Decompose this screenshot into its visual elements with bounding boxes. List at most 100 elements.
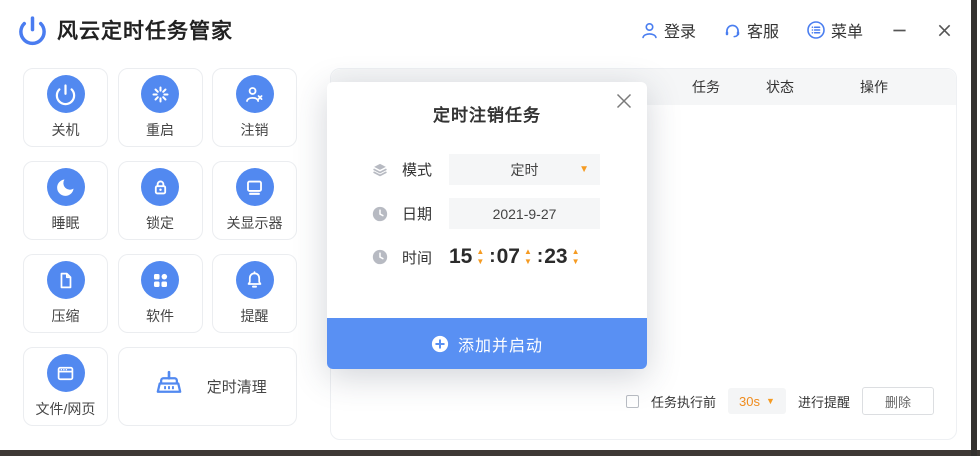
sidebar-item-label: 关显示器 bbox=[227, 213, 283, 233]
minimize-icon bbox=[892, 23, 907, 38]
add-and-start-label: 添加并启动 bbox=[458, 332, 543, 356]
caret-down-icon: ▼ bbox=[524, 258, 532, 266]
sidebar-item-timed-clean[interactable]: 定时清理 bbox=[118, 347, 298, 426]
time-separator: : bbox=[489, 246, 495, 268]
clock-icon bbox=[370, 247, 390, 267]
menu-label: 菜单 bbox=[831, 18, 863, 42]
sidebar-item-reminder[interactable]: 提醒 bbox=[212, 254, 297, 333]
date-row: 日期 2021-9-27 bbox=[370, 198, 600, 229]
remind-interval-value: 30s bbox=[739, 394, 760, 409]
minute-value: 07 bbox=[497, 245, 520, 269]
bell-icon bbox=[236, 261, 274, 299]
mode-select[interactable]: 定时 ▼ bbox=[449, 154, 600, 185]
sidebar-item-logout[interactable]: 注销 bbox=[212, 68, 297, 147]
sidebar-item-label: 重启 bbox=[146, 120, 174, 140]
minute-stepper[interactable]: ▲ ▼ bbox=[524, 248, 532, 266]
remind-interval-select[interactable]: 30s ▼ bbox=[728, 388, 786, 414]
sidebar-item-label: 定时清理 bbox=[207, 376, 267, 397]
time-row: 时间 15 ▲ ▼ : 07 ▲ ▼ : 23 ▲ ▼ bbox=[370, 240, 584, 274]
sidebar-item-monitor-off[interactable]: 关显示器 bbox=[212, 161, 297, 240]
clock-icon bbox=[370, 204, 390, 224]
moon-icon bbox=[47, 168, 85, 206]
remind-action-label: 进行提醒 bbox=[798, 392, 850, 411]
caret-up-icon: ▲ bbox=[524, 248, 532, 256]
task-panel-footer: 任务执行前 30s ▼ 进行提醒 删除 bbox=[626, 386, 934, 416]
add-and-start-button[interactable]: 添加并启动 bbox=[327, 318, 647, 369]
close-icon bbox=[614, 91, 634, 111]
power-icon bbox=[47, 75, 85, 113]
sidebar-item-label: 文件/网页 bbox=[36, 399, 96, 419]
sidebar-item-compress[interactable]: 压缩 bbox=[23, 254, 108, 333]
chevron-down-icon: ▼ bbox=[579, 165, 589, 175]
browser-icon bbox=[47, 354, 85, 392]
login-button[interactable]: 登录 bbox=[640, 18, 696, 42]
remind-before-label: 任务执行前 bbox=[651, 392, 716, 411]
sidebar-item-shutdown[interactable]: 关机 bbox=[23, 68, 108, 147]
plus-circle-icon bbox=[431, 335, 449, 353]
apps-grid-icon bbox=[141, 261, 179, 299]
menu-button[interactable]: 菜单 bbox=[806, 18, 863, 42]
sidebar-item-lock[interactable]: 锁定 bbox=[118, 161, 203, 240]
caret-down-icon: ▼ bbox=[476, 258, 484, 266]
task-type-grid: 关机 重启 注销 bbox=[23, 68, 297, 426]
sidebar-item-sleep[interactable]: 睡眠 bbox=[23, 161, 108, 240]
app-window: 风云定时任务管家 登录 客服 bbox=[0, 0, 980, 456]
column-header-status: 状态 bbox=[750, 69, 810, 105]
time-label: 时间 bbox=[402, 247, 436, 268]
mode-label: 模式 bbox=[402, 159, 436, 180]
caret-up-icon: ▲ bbox=[476, 248, 484, 256]
mode-row: 模式 定时 ▼ bbox=[370, 154, 600, 185]
bottom-edge-strip bbox=[0, 450, 980, 456]
caret-down-icon: ▼ bbox=[572, 258, 580, 266]
time-picker: 15 ▲ ▼ : 07 ▲ ▼ : 23 ▲ ▼ bbox=[449, 245, 584, 269]
chevron-down-icon: ▼ bbox=[766, 397, 775, 406]
right-edge-strip bbox=[971, 0, 977, 456]
sidebar-item-label: 注销 bbox=[241, 120, 269, 140]
lock-icon bbox=[141, 168, 179, 206]
hour-value: 15 bbox=[449, 245, 472, 269]
broom-icon bbox=[148, 366, 190, 408]
timed-logout-dialog: 定时注销任务 模式 定时 ▼ 日期 20 bbox=[327, 82, 647, 369]
hour-stepper[interactable]: ▲ ▼ bbox=[476, 248, 484, 266]
title-bar: 风云定时任务管家 登录 客服 bbox=[0, 0, 971, 60]
app-logo-power-icon bbox=[17, 15, 48, 46]
remind-before-checkbox[interactable] bbox=[626, 395, 639, 408]
customer-service-label: 客服 bbox=[747, 18, 779, 42]
menu-list-icon bbox=[806, 20, 826, 40]
sidebar-item-label: 提醒 bbox=[241, 306, 269, 326]
sidebar-item-label: 软件 bbox=[146, 306, 174, 326]
second-stepper[interactable]: ▲ ▼ bbox=[572, 248, 580, 266]
sidebar-item-label: 锁定 bbox=[146, 213, 174, 233]
minimize-button[interactable] bbox=[890, 21, 908, 39]
sidebar-item-software[interactable]: 软件 bbox=[118, 254, 203, 333]
second-value: 23 bbox=[544, 245, 567, 269]
monitor-icon bbox=[236, 168, 274, 206]
caret-up-icon: ▲ bbox=[572, 248, 580, 256]
logout-user-icon bbox=[236, 75, 274, 113]
date-value: 2021-9-27 bbox=[493, 206, 557, 222]
customer-service-button[interactable]: 客服 bbox=[723, 18, 779, 42]
delete-button[interactable]: 删除 bbox=[862, 387, 934, 415]
user-icon bbox=[640, 21, 659, 40]
sidebar-item-label: 关机 bbox=[52, 120, 80, 140]
sidebar-item-file-web[interactable]: 文件/网页 bbox=[23, 347, 108, 426]
column-header-task: 任务 bbox=[676, 69, 736, 105]
sidebar-item-restart[interactable]: 重启 bbox=[118, 68, 203, 147]
layers-icon bbox=[370, 160, 390, 180]
sidebar-item-label: 睡眠 bbox=[52, 213, 80, 233]
dialog-close-button[interactable] bbox=[613, 90, 635, 112]
mode-value: 定时 bbox=[511, 160, 539, 180]
close-window-button[interactable] bbox=[935, 21, 953, 39]
sidebar-item-label: 压缩 bbox=[52, 306, 80, 326]
date-label: 日期 bbox=[402, 203, 436, 224]
restart-icon bbox=[141, 75, 179, 113]
app-title: 风云定时任务管家 bbox=[57, 15, 233, 45]
close-icon bbox=[937, 23, 952, 38]
time-separator: : bbox=[537, 246, 543, 268]
login-label: 登录 bbox=[664, 18, 696, 42]
dialog-title: 定时注销任务 bbox=[327, 82, 647, 126]
date-field[interactable]: 2021-9-27 bbox=[449, 198, 600, 229]
archive-file-icon bbox=[47, 261, 85, 299]
headset-icon bbox=[723, 21, 742, 40]
column-header-action: 操作 bbox=[844, 69, 904, 105]
